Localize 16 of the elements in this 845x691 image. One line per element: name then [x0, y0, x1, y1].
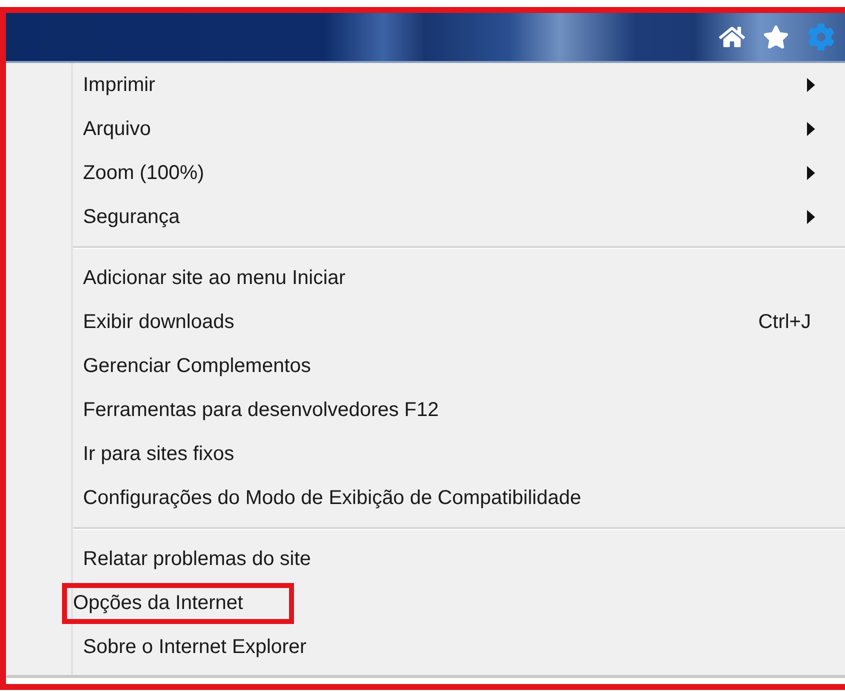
shortcut-label: Ctrl+J: [758, 310, 811, 334]
menu-item[interactable]: Segurança: [83, 206, 180, 228]
menu-item[interactable]: Opções da Internet: [62, 582, 294, 624]
menu-item[interactable]: Sobre o Internet Explorer: [83, 636, 306, 658]
menu-item[interactable]: Gerenciar Complementos: [83, 354, 311, 378]
menu-item[interactable]: Configurações do Modo de Exibição de Compatibilidade: [83, 486, 582, 510]
menu-item[interactable]: Exibir downloads: [83, 310, 234, 334]
menu-item[interactable]: Zoom (100%): [83, 162, 204, 184]
menu-item[interactable]: Relatar problemas do site: [83, 548, 311, 570]
menu-item[interactable]: Ir para sites fixos: [83, 442, 234, 466]
menu-item[interactable]: Arquivo: [83, 118, 151, 140]
menu-item[interactable]: Imprimir: [83, 74, 156, 96]
star-icon[interactable]: [763, 24, 789, 50]
menu-item[interactable]: Adicionar site ao menu Iniciar: [83, 266, 346, 290]
menu-item[interactable]: Ferramentas para desenvolvedores F12: [83, 398, 439, 422]
home-icon[interactable]: [719, 24, 745, 50]
